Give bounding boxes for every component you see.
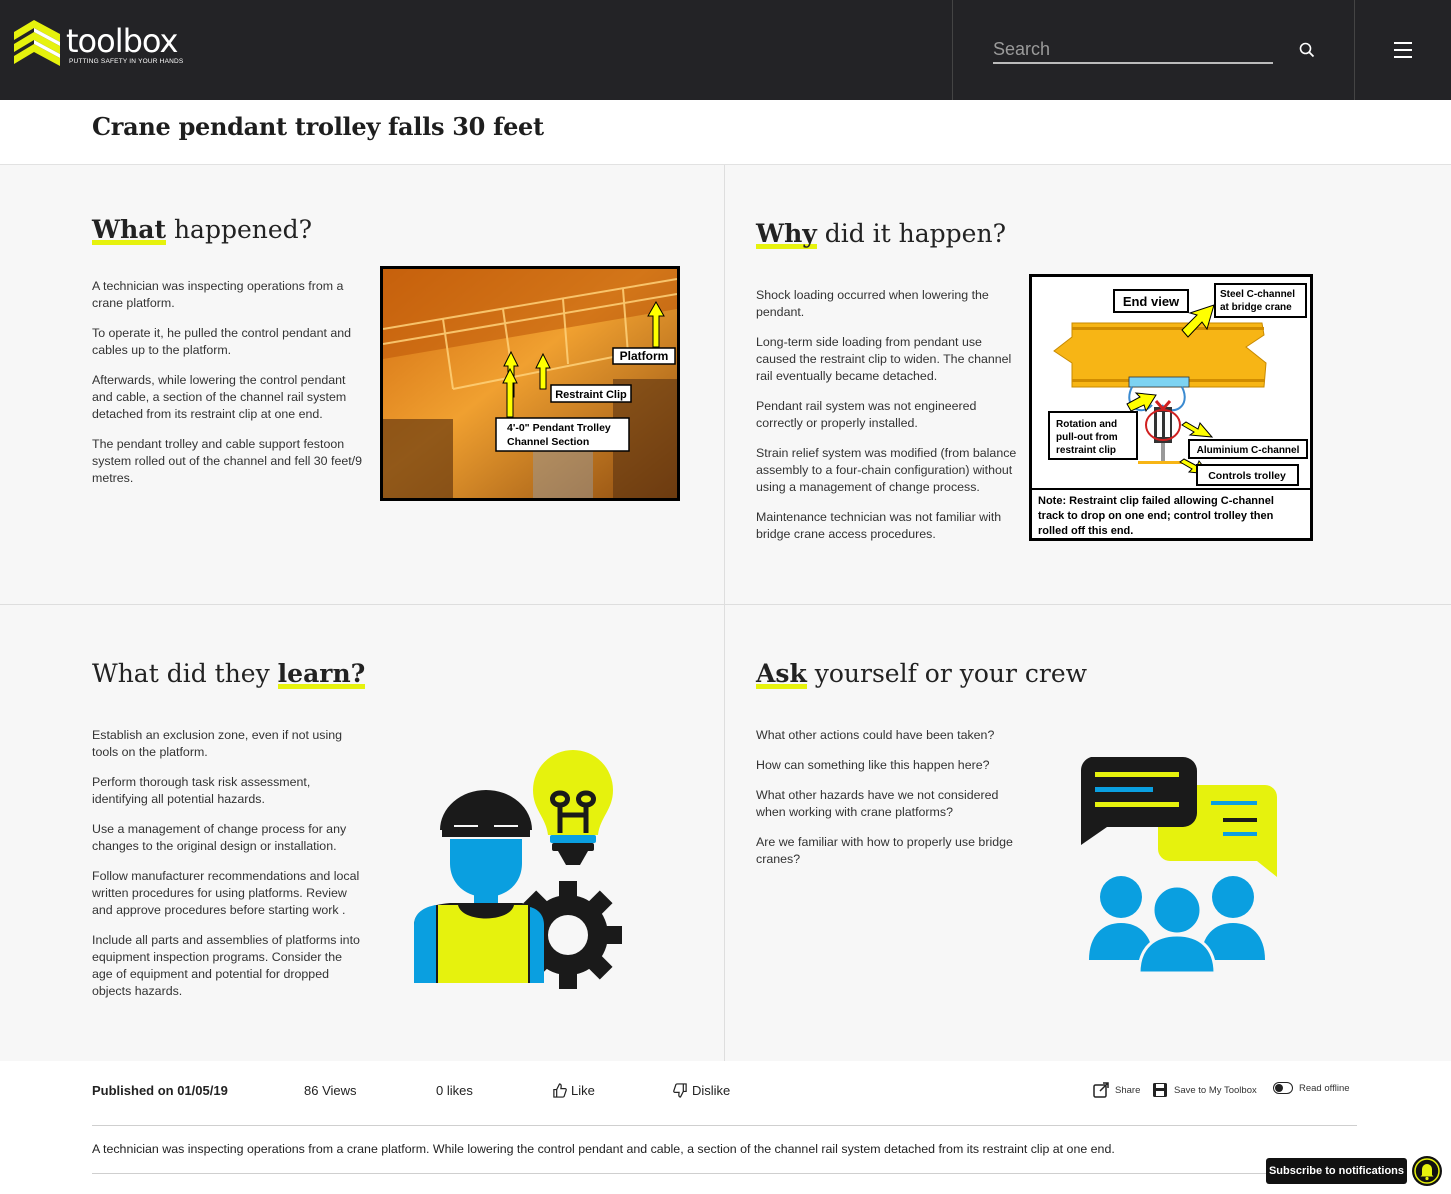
- what-happened-heading: What happened?: [92, 215, 313, 245]
- toggle-switch-icon: [1273, 1082, 1293, 1094]
- save-disk-icon: [1153, 1083, 1167, 1097]
- menu-bar: [1394, 56, 1412, 58]
- why-paragraph: Pendant rail system was not engineered c…: [756, 399, 977, 430]
- why-paragraph: Long-term side loading from pendant use …: [756, 335, 1012, 383]
- photo-label-platform: Platform: [620, 349, 669, 363]
- diagram-note-line2: track to drop on one end; control trolle…: [1038, 510, 1274, 522]
- why-heading: Why did it happen?: [756, 219, 1006, 249]
- learn-heading: What did they learn?: [92, 659, 366, 689]
- diagram-note-line1: Note: Restraint clip failed allowing C-c…: [1038, 495, 1274, 507]
- hamburger-menu-icon[interactable]: [1384, 34, 1422, 66]
- diagram-label-controls: Controls trolley: [1208, 470, 1286, 482]
- learn-paragraph: Establish an exclusion zone, even if not…: [92, 728, 343, 759]
- learn-paragraph: Include all parts and assemblies of plat…: [92, 933, 360, 998]
- article-footer: Published on 01/05/19 86 Views 0 likes L…: [0, 1061, 1451, 1194]
- ask-paragraph: How can something like this happen here?: [756, 758, 990, 772]
- ask-heading: Ask yourself or your crew: [756, 659, 1088, 689]
- heading-highlight: Why: [756, 219, 817, 249]
- search-area: [952, 0, 1355, 100]
- column-divider: [724, 165, 725, 1061]
- page-title: Crane pendant trolley falls 30 feet: [92, 112, 544, 141]
- share-label: Share: [1115, 1084, 1141, 1096]
- diagram-label-end-view: End view: [1123, 294, 1180, 309]
- ask-text: What other actions could have been taken…: [756, 727, 1018, 881]
- why-paragraph: Strain relief system was modified (from …: [756, 446, 1017, 494]
- what-paragraph: A technician was inspecting operations f…: [92, 279, 344, 310]
- diagram-label-rotation-line2: pull-out from: [1056, 432, 1118, 443]
- worker-lightbulb-gear-icon: [414, 750, 622, 989]
- ask-paragraph: Are we familiar with how to properly use…: [756, 835, 1013, 866]
- dislike-button[interactable]: Dislike: [673, 1083, 730, 1098]
- menu-bar: [1394, 42, 1412, 44]
- read-offline-label: Read offline: [1299, 1082, 1350, 1094]
- save-label: Save to My Toolbox: [1174, 1084, 1257, 1096]
- bell-icon: [1414, 1158, 1440, 1184]
- read-offline-toggle[interactable]: Read offline: [1273, 1082, 1350, 1094]
- thumbs-down-icon: [673, 1083, 687, 1098]
- logo-tagline: PUTTING SAFETY IN YOUR HANDS: [69, 58, 184, 65]
- search-icon[interactable]: [1299, 42, 1315, 58]
- ask-paragraph: What other actions could have been taken…: [756, 728, 995, 742]
- heading-highlight: learn?: [277, 659, 366, 689]
- notification-bell-button[interactable]: [1412, 1156, 1442, 1186]
- thumbs-up-icon: [553, 1083, 567, 1098]
- incident-photo: Platform Restraint Clip 4'-0" Pendant Tr…: [380, 266, 680, 501]
- photo-label-trolley-line1: 4'-0" Pendant Trolley: [507, 422, 611, 434]
- heading-highlight: What: [92, 215, 166, 245]
- diagram-note-line3: rolled off this end.: [1038, 525, 1133, 537]
- diagram-label-steel-line2: at bridge crane: [1220, 302, 1292, 313]
- learn-text: Establish an exclusion zone, even if not…: [92, 727, 364, 1013]
- share-button[interactable]: Share: [1093, 1082, 1140, 1098]
- what-paragraph: The pendant trolley and cable support fe…: [92, 437, 363, 485]
- logo-wordmark: toolbox: [66, 22, 178, 60]
- save-to-toolbox-button[interactable]: Save to My Toolbox: [1152, 1082, 1257, 1098]
- learn-paragraph: Use a management of change process for a…: [92, 822, 347, 853]
- title-bar: Crane pendant trolley falls 30 feet: [0, 100, 1451, 165]
- toolbox-logo[interactable]: toolbox PUTTING SAFETY IN YOUR HANDS: [14, 20, 194, 76]
- what-happened-text: A technician was inspecting operations f…: [92, 278, 364, 500]
- row-divider: [0, 604, 1451, 605]
- likes-count: 0 likes: [436, 1083, 473, 1098]
- diagram-label-rotation-line1: Rotation and: [1056, 419, 1117, 430]
- heading-text: What did they: [92, 659, 278, 688]
- search-input[interactable]: [993, 36, 1273, 64]
- diagram-label-rotation-line3: restraint clip: [1056, 445, 1116, 456]
- dislike-label: Dislike: [692, 1083, 731, 1098]
- views-count: 86 Views: [304, 1083, 357, 1098]
- end-view-diagram: End view Steel C-channel at bridge crane…: [1029, 274, 1313, 541]
- menu-bar: [1394, 49, 1412, 51]
- like-button[interactable]: Like: [552, 1083, 595, 1098]
- heading-highlight: Ask: [756, 659, 807, 689]
- share-icon: [1093, 1082, 1109, 1098]
- chat-bubbles-group-icon: [1080, 757, 1277, 975]
- what-paragraph: Afterwards, while lowering the control p…: [92, 373, 347, 421]
- photo-label-trolley-line2: Channel Section: [507, 436, 589, 448]
- published-date: Published on 01/05/19: [92, 1083, 228, 1098]
- diagram-label-steel-line1: Steel C-channel: [1220, 289, 1295, 300]
- top-navigation-bar: toolbox PUTTING SAFETY IN YOUR HANDS: [0, 0, 1451, 100]
- diagram-label-aluminium: Aluminium C-channel: [1197, 445, 1300, 456]
- why-text: Shock loading occurred when lowering the…: [756, 287, 1018, 556]
- footer-divider: [92, 1173, 1357, 1174]
- what-paragraph: To operate it, he pulled the control pen…: [92, 326, 352, 357]
- heading-text: yourself or your crew: [806, 659, 1088, 688]
- learn-paragraph: Follow manufacturer recommendations and …: [92, 869, 360, 917]
- heading-text: happened?: [166, 215, 313, 244]
- photo-label-restraint-clip: Restraint Clip: [555, 389, 627, 401]
- why-paragraph: Shock loading occurred when lowering the…: [756, 288, 989, 319]
- ask-paragraph: What other hazards have we not considere…: [756, 788, 999, 819]
- like-label: Like: [571, 1083, 595, 1098]
- subscribe-notifications-button[interactable]: Subscribe to notifications: [1266, 1158, 1407, 1184]
- toolbox-chevron-logo-icon: [14, 20, 60, 66]
- learn-paragraph: Perform thorough task risk assessment, i…: [92, 775, 311, 806]
- why-paragraph: Maintenance technician was not familiar …: [756, 510, 1002, 541]
- article-summary: A technician was inspecting operations f…: [92, 1142, 1115, 1156]
- heading-text: did it happen?: [816, 219, 1006, 248]
- footer-divider: [92, 1125, 1357, 1126]
